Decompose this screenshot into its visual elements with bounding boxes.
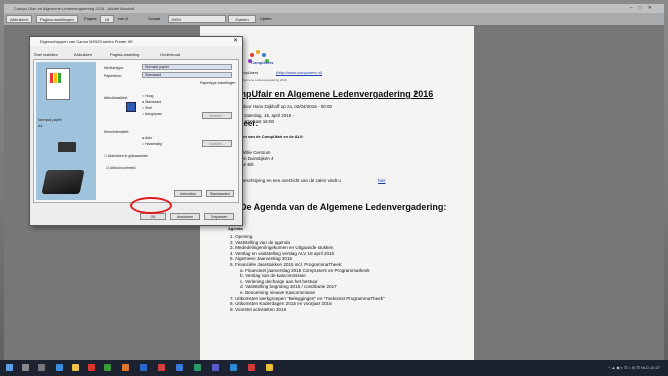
start-icon[interactable] — [6, 364, 13, 371]
page-setup-button[interactable]: Pagina-instellingen — [36, 15, 78, 23]
ok-button[interactable]: OK — [140, 213, 166, 220]
grayscale-checkbox[interactable]: ☐ Afdrukken in grijswaarden — [104, 154, 148, 158]
clock: 10:37 — [649, 365, 660, 370]
color-intensity-label: Kleur/Intensiteit: — [104, 130, 130, 134]
zoom-select[interactable]: 100% — [168, 15, 226, 23]
dialog-close-icon[interactable]: ✕ — [233, 37, 238, 46]
agenda-item: 3. Mededelingen/ingekomen en Uitgaande s… — [230, 245, 334, 251]
media-type-label: Mediumtype: — [104, 66, 125, 70]
maximize-icon[interactable]: □ — [639, 5, 648, 11]
system-tray[interactable]: ^ ▲ ◆ ◐ ⊡ ♪ ◎ ⊟ NLD 10:37 — [608, 365, 660, 370]
quality-fast-radio[interactable]: ○ Snel — [142, 106, 152, 110]
tray-icons[interactable]: ^ ▲ ◆ ◐ ⊡ ♪ ◎ ⊟ NLD — [608, 365, 648, 370]
title-suffix: » — [414, 90, 418, 97]
logo-text: CompUsers — [251, 60, 274, 65]
instructions-button[interactable]: Instructies — [174, 190, 202, 197]
window-title: Compu Ufair en Algemene Ledenvergadering… — [14, 6, 134, 11]
paper-source-select[interactable]: Standaard — [142, 72, 232, 78]
print-preview-toolbar: Afdrukken Pagina-instellingen Pagina 16 … — [4, 13, 664, 25]
tab-maintenance[interactable]: Onderhoud — [160, 50, 180, 59]
page-label: Pagina — [84, 16, 97, 21]
browser-icon[interactable] — [56, 364, 63, 371]
printer-icon — [41, 170, 85, 194]
excel-icon[interactable] — [194, 364, 201, 371]
agenda-item: c. Verlening decharge aan het bestuur — [240, 278, 318, 284]
compusers-logo: CompUsers — [248, 49, 274, 71]
app-purple-icon[interactable] — [212, 364, 219, 371]
search-button[interactable]: Zoeken — [228, 15, 256, 23]
agenda-item: 6. Financiële Jaarstukken 2015 incl. Pro… — [230, 262, 343, 267]
agenda-item: 7. Uitkomsten werkgroepen "Beleggingen" … — [230, 295, 385, 301]
print-button[interactable]: Afdrukken — [6, 15, 32, 23]
window-titlebar: Compu Ufair en Algemene Ledenvergadering… — [4, 4, 664, 13]
cancel-button[interactable]: Annuleren — [170, 213, 200, 220]
print-preview-checkbox[interactable]: ☑ Afdrukvoorbeeld — [106, 166, 135, 170]
agenda-item: 2. Vaststelling van de agenda — [230, 239, 290, 245]
agenda-item: b. Verslag van de kascommissie — [240, 273, 306, 279]
search-icon[interactable] — [22, 364, 29, 371]
zoom-label: Schaal — [148, 16, 161, 21]
minimize-icon[interactable]: – — [630, 5, 639, 11]
app-red-icon[interactable] — [88, 364, 95, 371]
color-manual-radio[interactable]: ○ Handmatig — [142, 142, 162, 146]
apply-button[interactable]: Toepassen — [204, 213, 234, 220]
quality-icon — [126, 102, 136, 112]
close-icon[interactable]: ✕ — [648, 5, 658, 11]
page-title: CompUfair en Algemene Ledenvergadering 2… — [226, 89, 434, 99]
agenda-item: 9. Voorstel activiteiten 2016 — [230, 306, 287, 312]
dialog-title: Eigenschappen van Canon MX920 series Pri… — [30, 37, 242, 46]
quality-standard-radio[interactable]: ● Standaard — [142, 100, 161, 104]
when-value-time: 10:00 tot 16:00 — [244, 119, 275, 124]
acrobat-icon[interactable] — [158, 364, 165, 371]
tab-print[interactable]: Afdrukken — [74, 50, 92, 59]
explorer-icon[interactable] — [266, 364, 273, 371]
print-preview-pane: Normaal papier A4 — [36, 62, 96, 200]
color-set-button[interactable]: Instellen... — [202, 140, 232, 147]
agenda-item: e. Benoeming nieuwe Kascommissie — [240, 290, 316, 295]
dialog-panel: Normaal papier A4 Mediumtype: Normaal pa… — [33, 59, 239, 203]
agenda-item: a. Financieel jaarverslag 2015 CompUsers… — [240, 267, 370, 273]
preview-size-label: A4 — [38, 124, 43, 128]
page-preview-icon — [46, 68, 70, 100]
window-controls[interactable]: –□✕ — [630, 4, 658, 13]
printer-small-icon — [58, 142, 76, 152]
word-icon[interactable] — [176, 364, 183, 371]
preview-paper-label: Normaal papier — [38, 118, 62, 122]
quality-set-button[interactable]: Instellen... — [202, 112, 232, 119]
tab-quick-setup[interactable]: Snel instellen — [34, 50, 58, 59]
agenda-label: Agenda — [228, 226, 243, 231]
route-link[interactable]: hier — [378, 178, 386, 183]
agenda-item: d. Vaststelling begroting 2016 / contrib… — [240, 284, 337, 290]
doc-subtitle-link[interactable]: (http://www.compusers.nl) — [276, 70, 322, 75]
quality-label: Afdrukkwaliteit: — [104, 96, 128, 100]
highlight-circle — [130, 197, 172, 214]
dialog-tabs: Snel instellen Afdrukken Pagina-instelli… — [32, 50, 238, 59]
color-auto-radio[interactable]: ● Auto — [142, 136, 152, 140]
app-green-icon[interactable] — [104, 364, 111, 371]
agenda-item: 1. Opening — [230, 234, 253, 239]
taskbar: ^ ▲ ◆ ◐ ⊡ ♪ ◎ ⊟ NLD 10:37 — [0, 360, 668, 376]
outlook-icon[interactable] — [230, 364, 237, 371]
paper-source-label: Papierbron: — [104, 74, 123, 78]
lists-label[interactable]: Lijsten — [260, 15, 272, 23]
tab-page-setup[interactable]: Pagina-instelling — [110, 50, 139, 59]
agenda-item: 5. Algemeen Jaarverslag 2015 — [230, 256, 293, 262]
quality-high-radio[interactable]: ○ Hoog — [142, 94, 153, 98]
folder-icon[interactable] — [72, 364, 79, 371]
printer-properties-dialog: Eigenschappen van Canon MX920 series Pri… — [29, 36, 243, 226]
defaults-button[interactable]: Standaarden — [206, 190, 234, 197]
page-number-input[interactable]: 16 — [100, 15, 114, 23]
quality-custom-radio[interactable]: ○ Aangepast — [142, 112, 162, 116]
task-view-icon[interactable] — [38, 364, 45, 371]
agenda-heading: De Agenda van de Algemene Ledenvergaderi… — [240, 202, 447, 212]
media-type-select[interactable]: Normaal papier — [142, 64, 232, 70]
app-blue-icon[interactable] — [140, 364, 147, 371]
when-value-date: zaterdag, 16, april 2016 - — [244, 113, 295, 118]
page-count-label: van 8 — [118, 16, 128, 21]
paper-settings-link[interactable]: Papiertype-instellingen — [200, 81, 235, 85]
app-red2-icon[interactable] — [248, 364, 255, 371]
agenda-item: 8. Uitkomsten Kaderdagen 2015 en voorjaa… — [230, 301, 332, 307]
app-orange-icon[interactable] — [122, 364, 129, 371]
agenda-item: 4. Verslag en vaststelling verslag ALV 1… — [230, 250, 335, 256]
